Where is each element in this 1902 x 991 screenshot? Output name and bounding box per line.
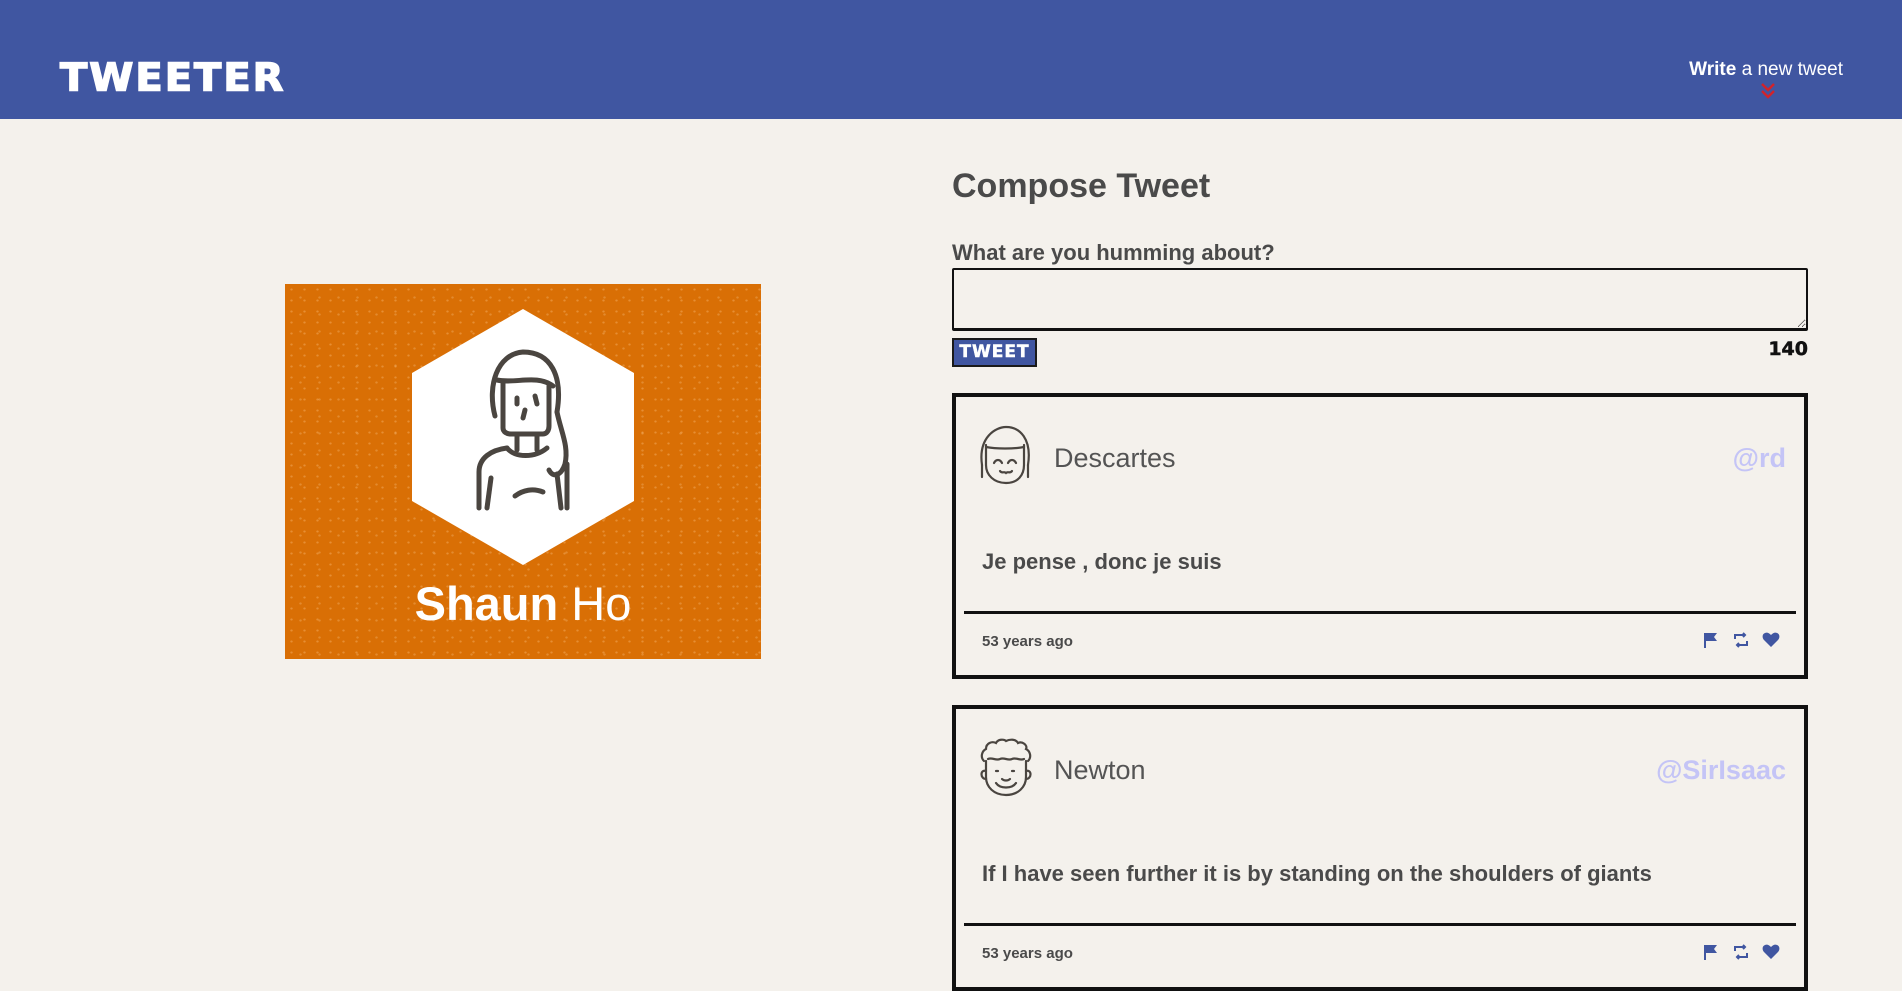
heart-icon[interactable] <box>1762 631 1780 649</box>
tweet-author-name: Newton <box>1054 755 1146 785</box>
double-chevron-down-icon[interactable] <box>1760 81 1776 101</box>
tweet-timestamp: 53 years ago <box>982 633 1073 650</box>
write-toggle-strong: Write <box>1689 59 1737 80</box>
compose-title: Compose Tweet <box>952 167 1211 205</box>
flag-icon[interactable] <box>1702 943 1720 961</box>
tweet-content: If I have seen further it is by standing… <box>982 861 1652 886</box>
tweet-submit-button[interactable]: TWEET <box>952 338 1037 367</box>
tweet-handle[interactable]: @SirIsaac <box>1656 755 1786 786</box>
app-logo[interactable]: TWEETER <box>59 58 285 97</box>
top-nav: TWEETER Write a new tweet <box>0 0 1902 119</box>
tweet-content: Je pense , donc je suis <box>982 549 1222 574</box>
tweet-actions <box>1702 631 1780 649</box>
girl-avatar-icon <box>980 425 1030 485</box>
profile-first-name: Shaun <box>414 577 559 630</box>
profile-name: Shaun Ho <box>285 576 761 632</box>
retweet-icon[interactable] <box>1732 631 1750 649</box>
heart-icon[interactable] <box>1762 943 1780 961</box>
curly-hair-avatar-icon <box>980 738 1032 797</box>
tweet-textarea[interactable] <box>952 268 1808 331</box>
compose-label: What are you humming about? <box>952 240 1275 265</box>
profile-last-name: Ho <box>571 577 632 630</box>
tweet-handle[interactable]: @rd <box>1733 443 1786 474</box>
woman-avatar-icon <box>476 349 570 511</box>
tweet-timestamp: 53 years ago <box>982 945 1073 962</box>
tweet-actions <box>1702 943 1780 961</box>
tweet-author-name: Descartes <box>1054 443 1176 473</box>
write-toggle-rest: a new tweet <box>1736 59 1843 80</box>
tweet-divider <box>964 611 1796 614</box>
tweet-card: Descartes @rd Je pense , donc je suis 53… <box>952 393 1808 679</box>
char-counter: 140 <box>1768 338 1808 361</box>
tweet-divider <box>964 923 1796 926</box>
flag-icon[interactable] <box>1702 631 1720 649</box>
write-new-tweet-toggle[interactable]: Write a new tweet <box>1689 59 1843 81</box>
tweet-card: Newton @SirIsaac If I have seen further … <box>952 705 1808 991</box>
retweet-icon[interactable] <box>1732 943 1750 961</box>
profile-card: Shaun Ho <box>285 284 761 659</box>
